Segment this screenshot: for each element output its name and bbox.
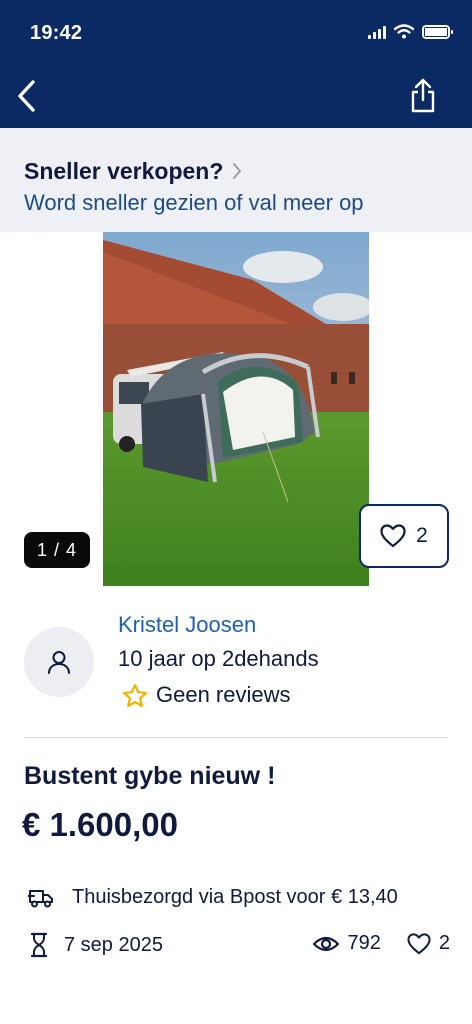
delivery-text: Thuisbezorgd via Bpost voor € 13,40	[72, 886, 398, 908]
views-count: 792	[347, 932, 381, 954]
seller-avatar[interactable]	[24, 627, 94, 697]
app-header: 19:42	[0, 0, 472, 128]
listing-price: € 1.600,00	[22, 806, 178, 843]
back-button[interactable]	[10, 76, 42, 116]
image-counter: 1 / 4	[24, 532, 90, 568]
seller-member-since: 10 jaar op 2dehands	[118, 646, 319, 671]
listing-stats: 792 2	[312, 932, 450, 955]
listing-date: 7 sep 2025	[30, 932, 163, 958]
user-icon	[48, 651, 70, 674]
star-icon	[122, 683, 148, 707]
heart-icon	[380, 524, 406, 548]
listing-title: Bustent gybe nieuw !	[24, 762, 276, 790]
seller-name-link[interactable]: Kristel Joosen	[118, 612, 256, 638]
seller-reviews-label: Geen reviews	[156, 682, 291, 707]
heart-icon	[407, 932, 431, 954]
eye-icon	[312, 936, 339, 951]
favorite-count: 2	[416, 524, 428, 547]
wifi-icon	[394, 24, 414, 39]
delivery-truck-icon	[28, 889, 53, 907]
status-bar: 19:42	[0, 0, 472, 64]
delivery-info: Thuisbezorgd via Bpost voor € 13,40	[28, 886, 398, 909]
status-icons	[368, 24, 453, 39]
promo-title[interactable]: Sneller verkopen?	[24, 158, 223, 185]
chevron-right-icon	[233, 163, 241, 179]
hourglass-icon	[30, 932, 48, 958]
seller-reviews[interactable]: Geen reviews	[122, 682, 291, 708]
chevron-left-icon	[18, 80, 35, 112]
favorites-count: 2	[438, 932, 450, 954]
battery-icon	[422, 24, 453, 39]
favorite-button[interactable]: 2	[359, 504, 449, 568]
listing-meta: 7 sep 2025 792 2	[30, 932, 450, 960]
share-button[interactable]	[406, 76, 440, 116]
listing-date-text: 7 sep 2025	[64, 933, 163, 956]
share-icon	[411, 78, 435, 113]
listing-photo[interactable]	[103, 232, 369, 586]
promo-subtitle[interactable]: Word sneller gezien of val meer op	[24, 190, 364, 216]
cellular-signal-icon	[368, 25, 386, 39]
divider	[24, 737, 448, 738]
status-time: 19:42	[30, 22, 83, 44]
